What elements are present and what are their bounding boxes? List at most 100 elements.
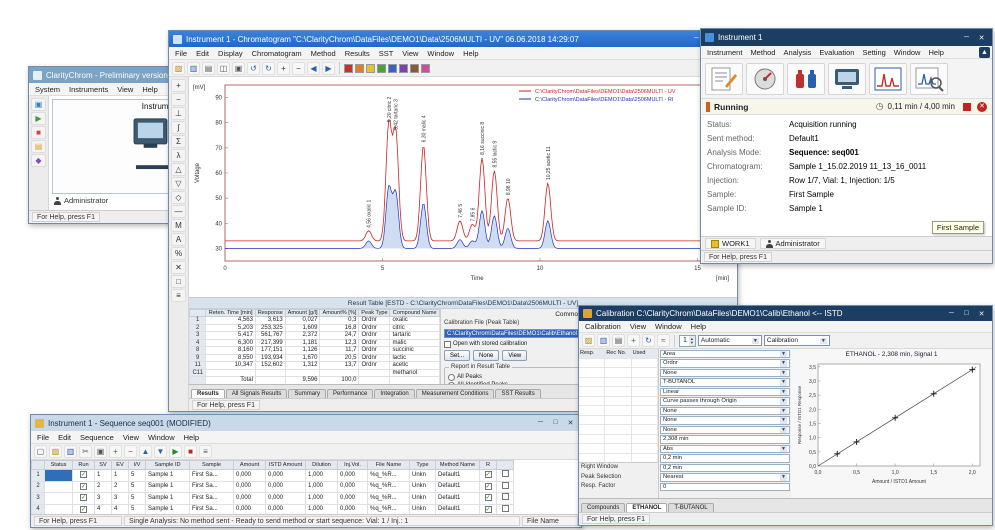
method-icon[interactable]: ▤	[31, 140, 46, 153]
menu-view[interactable]: View	[626, 321, 650, 332]
minimize-icon[interactable]: ─	[945, 310, 958, 318]
sequence-titlebar[interactable]: Instrument 1 - Sequence seq001 (MODIFIED…	[31, 415, 581, 431]
abort-button[interactable]: ✕	[977, 102, 987, 112]
open-stored-checkbox[interactable]: Open with stored calibration	[444, 340, 582, 348]
baseline-icon[interactable]: —	[171, 205, 186, 218]
tab-all-signals-results[interactable]: All Signals Results	[226, 389, 288, 398]
calib-property-12[interactable]: 0,2 min	[660, 464, 790, 473]
menu-view[interactable]: View	[398, 48, 422, 59]
sequence-checkbox[interactable]	[497, 493, 514, 505]
tab-ethanol[interactable]: ETHANOL	[626, 503, 667, 512]
set-button[interactable]: Set...	[444, 350, 470, 361]
valley-icon[interactable]: ◇	[171, 191, 186, 204]
calibration-points-table[interactable]: Resp.Rec No.Used	[579, 349, 658, 463]
overlay-color-7-swatch[interactable]	[410, 64, 419, 73]
calibration-mode-combo[interactable]: Automatic▼	[698, 335, 762, 346]
menu-instruments[interactable]: Instruments	[65, 84, 112, 95]
menu-method[interactable]: Method	[307, 48, 340, 59]
menu-help[interactable]: Help	[138, 84, 161, 95]
menu-window[interactable]: Window	[651, 321, 686, 332]
menu-edit[interactable]: Edit	[192, 48, 213, 59]
wavelength-icon[interactable]: λ	[171, 149, 186, 162]
project-indicator[interactable]: WORK1	[705, 238, 756, 249]
result-row[interactable]: 25,203253,3251,60916,8Ordnrcitric	[190, 324, 440, 332]
calib-property-6[interactable]: None▼	[660, 407, 790, 416]
menu-sst[interactable]: SST	[375, 48, 398, 59]
add-level-icon[interactable]: +	[627, 334, 640, 347]
overlay-color-2-swatch[interactable]	[355, 64, 364, 73]
sequence-checkbox[interactable]	[497, 504, 514, 514]
rectangle-icon[interactable]: □	[171, 275, 186, 288]
run-sequence-icon[interactable]: ▶	[169, 445, 182, 458]
menu-help[interactable]: Help	[924, 47, 947, 58]
sequence-checkbox[interactable]: ✓	[480, 504, 497, 514]
sequence-checkbox[interactable]: ✓	[480, 493, 497, 505]
move-down-icon[interactable]: ▼	[154, 445, 167, 458]
sequence-checkbox[interactable]: ✓	[73, 470, 95, 482]
sum-icon[interactable]: Σ	[171, 135, 186, 148]
overlay-color-3-swatch[interactable]	[366, 64, 375, 73]
instrument-icon[interactable]: ▣	[31, 98, 46, 111]
peak-end-icon[interactable]: ▽	[171, 177, 186, 190]
calibration-curve-plot[interactable]: ETHANOL - 2,308 min, Signal 1 0,00,51,01…	[791, 349, 992, 498]
sequence-checkbox[interactable]: ✓	[480, 481, 497, 493]
curve-icon[interactable]: ≈	[657, 334, 670, 347]
undo-icon[interactable]: ↺	[247, 62, 260, 75]
calib-property-1[interactable]: Ordnr▼	[660, 359, 790, 368]
zoom-in-icon[interactable]: +	[277, 62, 290, 75]
menu-analysis[interactable]: Analysis	[779, 47, 815, 58]
menu-setting[interactable]: Setting	[858, 47, 889, 58]
result-row[interactable]: C11methanol	[190, 369, 440, 377]
manual-peak-icon[interactable]: M	[171, 219, 186, 232]
stop-sequence-icon[interactable]: ■	[184, 445, 197, 458]
sequence-checkbox[interactable]: ✓	[73, 493, 95, 505]
calib-property-8[interactable]: None▼	[660, 426, 790, 435]
maximize-icon[interactable]: □	[960, 310, 973, 318]
single-analysis-icon[interactable]	[705, 63, 743, 95]
device-monitor-icon[interactable]	[828, 63, 866, 95]
zoom-in-icon[interactable]: +	[171, 79, 186, 92]
insert-row-icon[interactable]: +	[109, 445, 122, 458]
open-icon[interactable]: ▨	[172, 62, 185, 75]
calib-property-11[interactable]: 0,2 min	[660, 454, 790, 463]
maximize-icon[interactable]: □	[549, 419, 562, 427]
tab-measurement-conditions[interactable]: Measurement Conditions	[416, 389, 495, 398]
sequence-checkbox[interactable]	[497, 470, 514, 482]
sequence-row[interactable]: 3✓335Sample 1First Sa...0,0000,0001,0000…	[32, 493, 514, 505]
user-indicator[interactable]: Administrator	[760, 238, 826, 249]
menu-instrument[interactable]: Instrument	[703, 47, 746, 58]
result-row[interactable]: Total9,596100,0	[190, 377, 440, 385]
tab-performance[interactable]: Performance	[327, 389, 373, 398]
menu-edit[interactable]: Edit	[54, 432, 75, 443]
save-icon[interactable]: ▥	[597, 334, 610, 347]
menu-calibration[interactable]: Calibration	[581, 321, 625, 332]
calib-property-3[interactable]: T-BUTANOL▼	[660, 378, 790, 387]
menu-file[interactable]: File	[33, 432, 53, 443]
settings-icon[interactable]: ◆	[31, 154, 46, 167]
overlay-color-5-swatch[interactable]	[388, 64, 397, 73]
save-icon[interactable]: ▥	[64, 445, 77, 458]
sequence-row[interactable]: 1✓115Sample 1First Sa...0,0000,0001,0000…	[32, 470, 514, 482]
result-row[interactable]: 35,417561,7672,37224,7Ordnrtartaric	[190, 332, 440, 340]
menu-window[interactable]: Window	[144, 432, 179, 443]
menu-method[interactable]: Method	[746, 47, 779, 58]
prev-chromatogram-icon[interactable]: ◀	[307, 62, 320, 75]
result-row[interactable]: 98,550193,9341,67020,5Ordnrlactic	[190, 354, 440, 362]
zoom-out-icon[interactable]: −	[292, 62, 305, 75]
chromatogram-icon[interactable]	[910, 63, 948, 95]
chromatogram-plot[interactable]: 304050607080900510154,56 oxalic 15,20 ci…	[189, 77, 737, 297]
result-row[interactable]: 14,5633,6130,0270,3Ordnroxalic	[190, 317, 440, 325]
stop-button[interactable]	[963, 103, 971, 111]
menu-view[interactable]: View	[119, 432, 143, 443]
close-icon[interactable]: ✕	[975, 310, 988, 318]
data-acquisition-icon[interactable]	[869, 63, 907, 95]
start-icon[interactable]: ▶	[31, 112, 46, 125]
tab-t-butanol[interactable]: T-BUTANOL	[668, 503, 713, 512]
move-up-icon[interactable]: ▲	[139, 445, 152, 458]
calib-property-0[interactable]: Area▼	[660, 350, 790, 359]
menu-help[interactable]: Help	[459, 48, 482, 59]
calibration-titlebar[interactable]: Calibration C:\ClarityChrom\DataFiles\DE…	[579, 306, 992, 321]
result-row[interactable]: 1110,347152,6021,31213,7Ordnracetic	[190, 362, 440, 370]
table-icon[interactable]: ≡	[199, 445, 212, 458]
calib-property-5[interactable]: Curve passes through Origin▼	[660, 397, 790, 406]
